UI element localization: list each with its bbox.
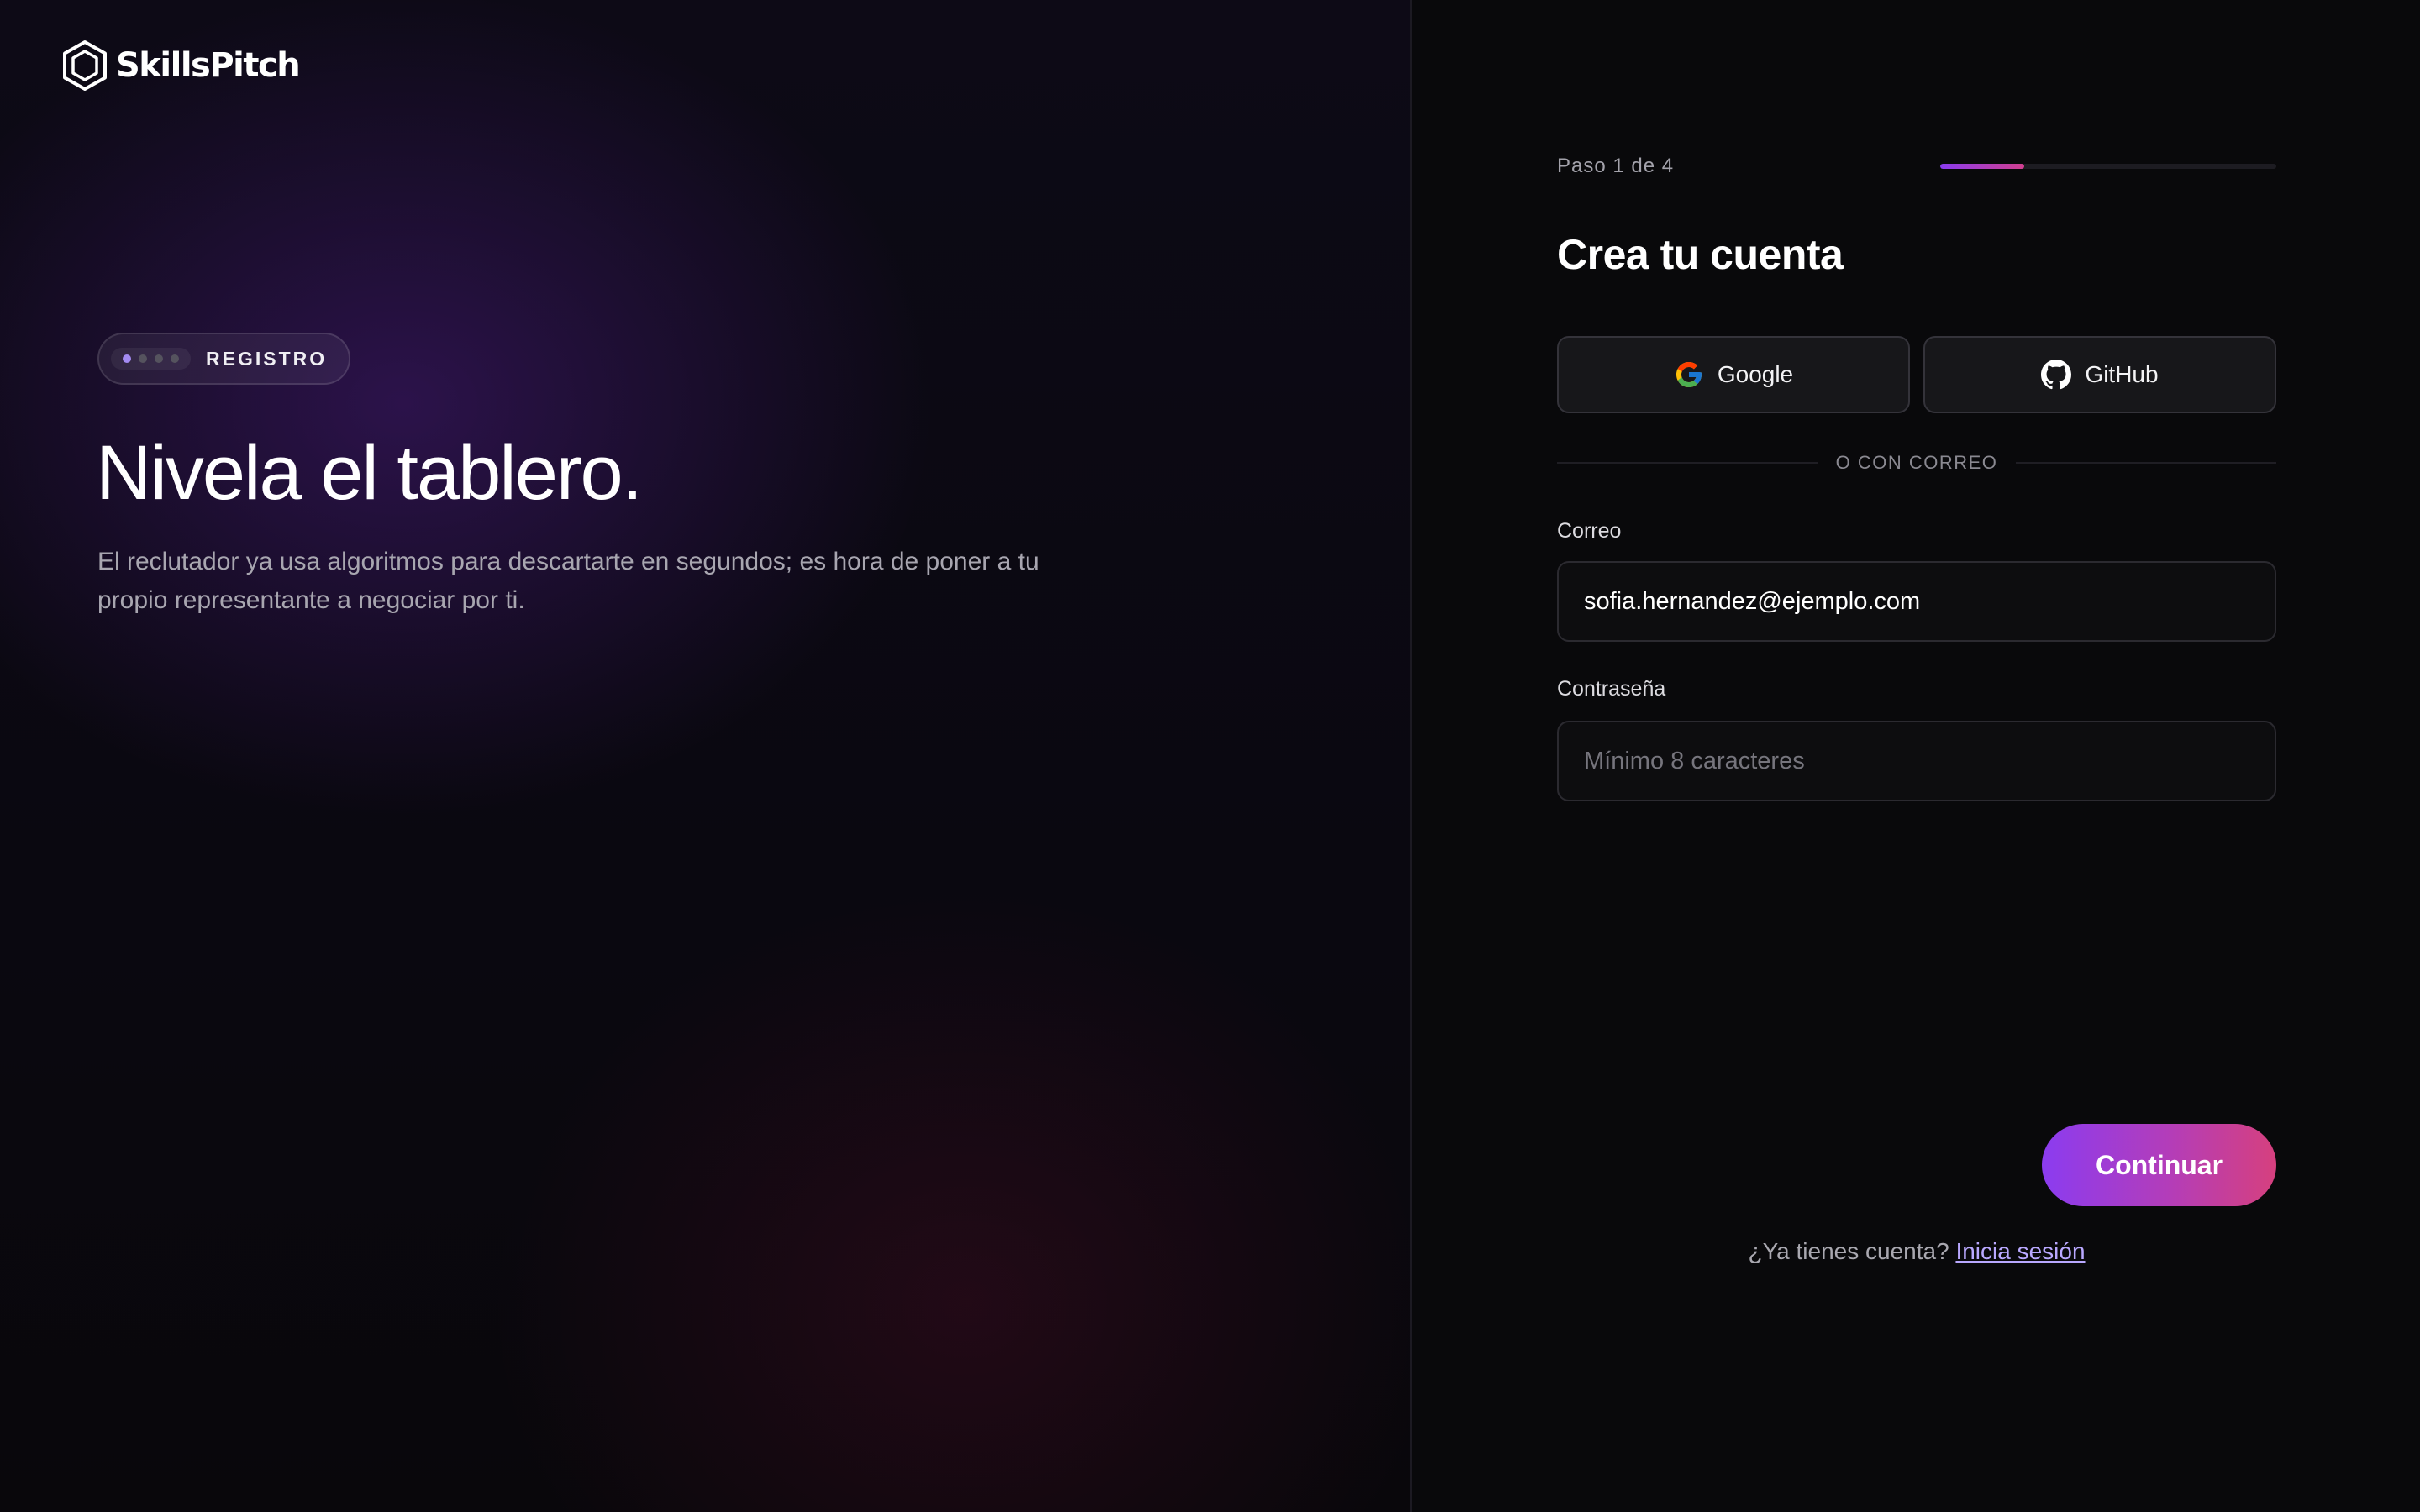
- email-field[interactable]: [1557, 561, 2276, 642]
- password-label: Contraseña: [1557, 677, 1666, 701]
- divider-line: [2016, 462, 2277, 464]
- login-prompt-text: ¿Ya tienes cuenta?: [1748, 1238, 1956, 1264]
- signup-page: SkillsPitch REGISTRO Nivela el tablero. …: [0, 0, 2420, 1512]
- hero-panel: SkillsPitch REGISTRO Nivela el tablero. …: [0, 0, 1412, 1512]
- divider-line: [1557, 462, 1818, 464]
- login-prompt-row: ¿Ya tienes cuenta? Inicia sesión: [1557, 1238, 2276, 1265]
- badge-dot: [139, 354, 147, 363]
- badge-step-dots: [111, 348, 191, 370]
- brand-logo[interactable]: SkillsPitch: [62, 39, 301, 92]
- step-badge: REGISTRO: [97, 333, 351, 385]
- google-signin-button[interactable]: Google: [1557, 336, 1910, 413]
- step-label: Paso 1 de 4: [1557, 155, 1675, 177]
- hexagon-logo-icon: [63, 40, 107, 91]
- password-field[interactable]: [1557, 721, 2276, 801]
- form-title: Crea tu cuenta: [1557, 231, 1844, 278]
- email-label: Correo: [1557, 519, 1622, 543]
- badge-label: REGISTRO: [206, 347, 328, 370]
- brand-name: SkillsPitch: [116, 46, 301, 85]
- continue-button[interactable]: Continuar: [2042, 1124, 2276, 1206]
- badge-dot: [155, 354, 163, 363]
- badge-dot-active: [123, 354, 131, 363]
- social-login-row: Google GitHub: [1557, 336, 2276, 413]
- divider-text: O CON CORREO: [1835, 452, 1998, 473]
- hero-subtitle: El reclutador ya usa algoritmos para des…: [97, 548, 1039, 614]
- step-indicator: Paso 1 de 4: [1557, 150, 2276, 183]
- step-progress-fill: [1940, 164, 2024, 169]
- hero-title: Nivela el tablero.: [96, 430, 643, 516]
- github-signin-button[interactable]: GitHub: [1923, 336, 2276, 413]
- badge-dot: [171, 354, 179, 363]
- github-icon: [2041, 360, 2072, 390]
- google-icon: [1676, 362, 1702, 387]
- step-progress-bar: [1940, 164, 2276, 169]
- github-button-label: GitHub: [2085, 361, 2159, 387]
- login-link[interactable]: Inicia sesión: [1955, 1238, 2085, 1264]
- google-button-label: Google: [1717, 361, 1794, 387]
- email-divider: O CON CORREO: [1557, 450, 2277, 475]
